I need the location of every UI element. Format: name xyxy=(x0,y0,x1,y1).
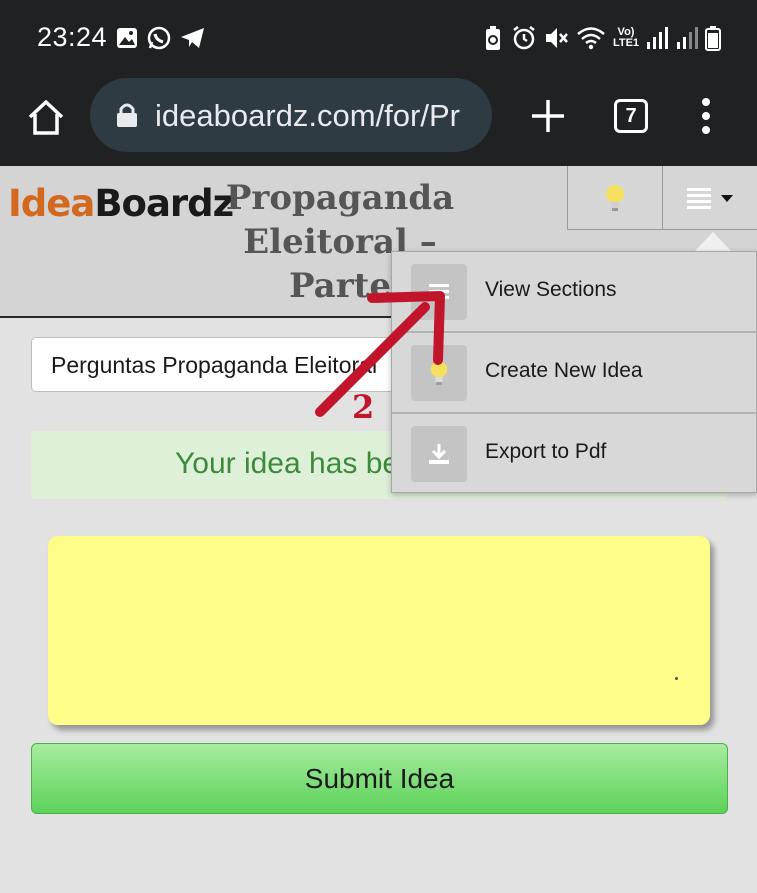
text-cursor xyxy=(675,677,678,680)
battery-icon xyxy=(704,24,722,52)
wifi-icon xyxy=(576,24,606,52)
ideaboardz-logo[interactable]: IdeaBoardz xyxy=(8,182,234,225)
whatsapp-icon xyxy=(146,24,172,52)
lightbulb-icon xyxy=(606,184,624,211)
status-bar: 23:24 Vo) LTE1 xyxy=(0,0,757,76)
menu-item-create-new-idea[interactable]: Create New Idea xyxy=(392,333,757,414)
status-time: 23:24 xyxy=(37,22,108,52)
menu-item-label: View Sections xyxy=(485,278,617,301)
volte-label: Vo) LTE1 xyxy=(612,26,640,49)
alarm-icon xyxy=(511,24,537,52)
mute-icon xyxy=(543,24,569,52)
signal-icon xyxy=(646,24,668,52)
home-button[interactable] xyxy=(24,96,68,140)
section-select[interactable]: Perguntas Propaganda Eleitoral xyxy=(31,337,411,392)
battery-saver-icon xyxy=(484,24,502,52)
submit-idea-button[interactable]: Submit Idea xyxy=(31,743,728,814)
lightbulb-icon xyxy=(411,345,467,401)
idea-text-input[interactable] xyxy=(48,536,710,725)
list-icon xyxy=(687,187,711,209)
menu-dropdown-button[interactable] xyxy=(663,166,757,230)
header-dropdown-menu: View Sections Create New Idea Export to … xyxy=(391,251,757,493)
more-options-button[interactable] xyxy=(700,96,712,136)
dropdown-caret xyxy=(694,232,732,252)
list-icon xyxy=(411,264,467,320)
gallery-icon xyxy=(116,24,138,52)
tab-switcher-button[interactable]: 7 xyxy=(614,99,648,133)
new-idea-header-button[interactable] xyxy=(567,166,663,230)
telegram-icon xyxy=(180,24,206,52)
menu-item-export-to-pdf[interactable]: Export to Pdf xyxy=(392,414,757,494)
menu-item-label: Create New Idea xyxy=(485,359,643,382)
plus-icon xyxy=(532,100,564,132)
board-title-line-1: Propaganda xyxy=(225,178,455,218)
home-icon xyxy=(28,100,64,135)
new-tab-button[interactable] xyxy=(528,96,568,136)
menu-item-label: Export to Pdf xyxy=(485,440,607,463)
browser-toolbar: ideaboardz.com/for/Pr 7 xyxy=(0,76,757,166)
url-bar[interactable]: ideaboardz.com/for/Pr xyxy=(90,78,492,152)
menu-item-view-sections[interactable]: View Sections xyxy=(392,252,757,333)
kebab-menu-icon xyxy=(702,98,710,134)
lock-icon xyxy=(117,103,137,127)
signal-2-icon xyxy=(676,24,698,52)
caret-down-icon xyxy=(721,194,733,202)
download-icon xyxy=(411,426,467,482)
section-select-value: Perguntas Propaganda Eleitoral xyxy=(51,352,378,378)
annotation-step-number: 2 xyxy=(352,388,375,426)
url-text: ideaboardz.com/for/Pr xyxy=(155,98,460,133)
